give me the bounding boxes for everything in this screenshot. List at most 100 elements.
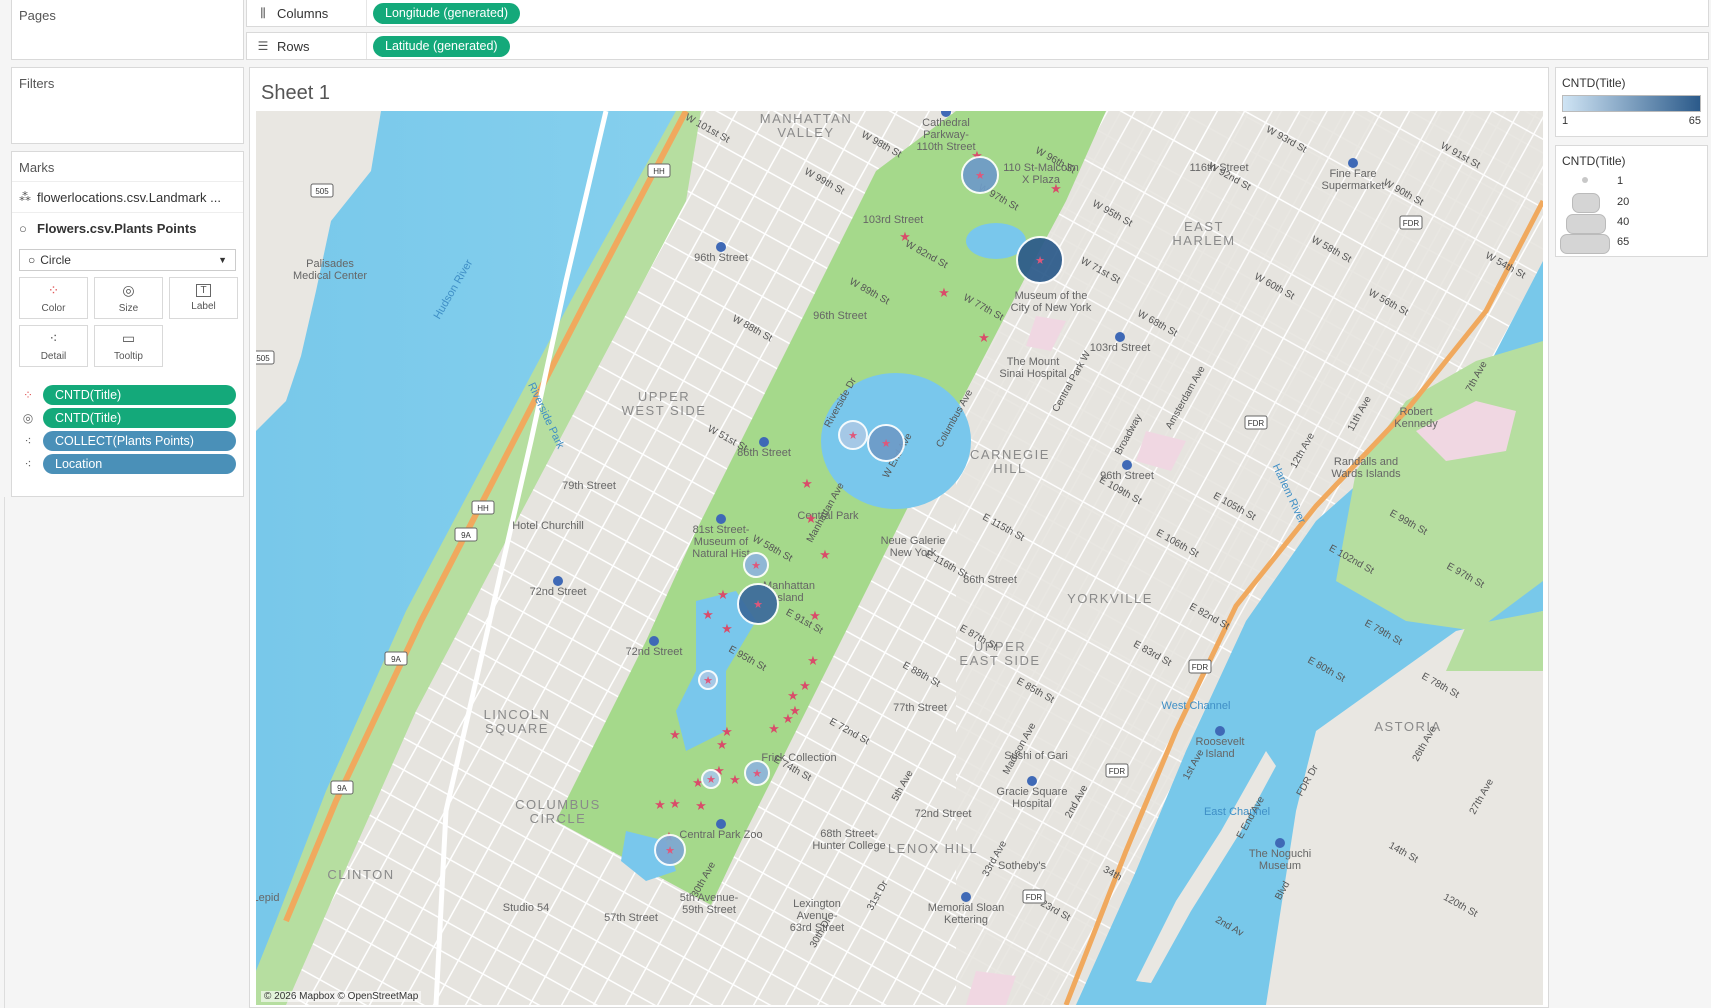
place-label: 103rd Street bbox=[1090, 342, 1151, 354]
place-label: 86th Street bbox=[963, 574, 1017, 586]
route-shield-label: FDR bbox=[1192, 663, 1209, 672]
size-legend-swatch bbox=[1560, 234, 1610, 254]
landmark-star-icon: ★ bbox=[848, 430, 858, 442]
mark-pill-row-detail: ⁖ COLLECT(Plants Points) bbox=[12, 429, 243, 452]
landmark-star-icon: ★ bbox=[753, 599, 763, 611]
pages-title: Pages bbox=[19, 8, 56, 23]
place-label: 77th Street bbox=[893, 702, 947, 714]
detail-button[interactable]: ⁖ Detail bbox=[19, 325, 88, 367]
landmark-star-icon: ★ bbox=[716, 737, 728, 752]
place-label: 79th Street bbox=[562, 480, 616, 492]
mark-pill-detail-plants[interactable]: COLLECT(Plants Points) bbox=[43, 430, 236, 451]
landmark-star-icon: ★ bbox=[752, 768, 762, 780]
pages-panel[interactable]: Pages bbox=[11, 0, 244, 60]
color-legend-min: 1 bbox=[1562, 115, 1569, 127]
landmark-star-icon: ★ bbox=[729, 772, 741, 787]
transit-icon bbox=[716, 819, 726, 829]
size-legend[interactable]: CNTD(Title) 1 20 40 65 bbox=[1555, 145, 1708, 257]
marks-source-landmarks[interactable]: ⁂ flowerlocations.csv.Landmark ... bbox=[12, 181, 243, 212]
place-label: Robert Kennedy bbox=[1394, 406, 1438, 430]
label-button[interactable]: T Label bbox=[169, 277, 238, 319]
mark-pill-color[interactable]: CNTD(Title) bbox=[43, 384, 236, 405]
size-legend-swatch bbox=[1582, 177, 1588, 183]
place-label: Museum of the City of New York bbox=[1011, 290, 1092, 314]
place-label: Cathedral Parkway-110th Street bbox=[916, 117, 975, 153]
mark-pill-size[interactable]: CNTD(Title) bbox=[43, 407, 236, 428]
place-label: West Channel bbox=[1162, 700, 1231, 712]
place-label: 5th Avenue-59th Street bbox=[680, 892, 739, 916]
rows-pill-latitude[interactable]: Latitude (generated) bbox=[373, 35, 510, 57]
label-icon: T bbox=[196, 284, 211, 297]
place-label: 68th Street-Hunter College bbox=[812, 828, 885, 852]
landmark-star-icon: ★ bbox=[807, 653, 819, 668]
place-label: 96th Street bbox=[694, 252, 748, 264]
mark-pill-detail-location[interactable]: Location bbox=[43, 453, 236, 474]
map-canvas[interactable]: MANHATTAN VALLEYUPPER WEST SIDECARNEGIE HIL… bbox=[256, 111, 1543, 1005]
columns-label: ⫼ Columns bbox=[247, 0, 367, 26]
place-label: 103rd Street bbox=[863, 214, 924, 226]
size-legend-swatch bbox=[1566, 214, 1606, 234]
mark-pill-row-size: ◎ CNTD(Title) bbox=[12, 406, 243, 429]
rows-shelf[interactable]: ☰ Rows Latitude (generated) bbox=[246, 32, 1709, 60]
landmark-star-icon: ★ bbox=[702, 607, 714, 622]
route-shield-label: HH bbox=[477, 504, 489, 513]
size-legend-item: 40 bbox=[1556, 213, 1706, 234]
landmark-star-icon: ★ bbox=[801, 476, 813, 491]
landmark-star-icon: ★ bbox=[1035, 255, 1045, 267]
landmark-star-icon: ★ bbox=[978, 330, 990, 345]
columns-shelf[interactable]: ⫼ Columns Longitude (generated) bbox=[246, 0, 1709, 27]
landmark-star-icon: ★ bbox=[881, 438, 891, 450]
place-label: Sotheby's bbox=[998, 860, 1046, 872]
landmark-star-icon: ★ bbox=[706, 774, 716, 786]
tooltip-button[interactable]: ▭ Tooltip bbox=[94, 325, 163, 367]
sheet-title: Sheet 1 bbox=[261, 82, 330, 104]
color-legend-title: CNTD(Title) bbox=[1562, 76, 1626, 90]
landmark-star-icon: ★ bbox=[768, 721, 780, 736]
color-legend[interactable]: CNTD(Title) 1 65 bbox=[1555, 67, 1708, 137]
landmark-star-icon: ★ bbox=[717, 587, 729, 602]
transit-icon bbox=[1348, 158, 1358, 168]
place-label: 96th Street bbox=[813, 310, 867, 322]
rows-icon: ☰ bbox=[257, 39, 269, 53]
landmark-star-icon: ★ bbox=[938, 285, 950, 300]
color-button[interactable]: ⁘ Color bbox=[19, 277, 88, 319]
landmark-star-icon: ★ bbox=[787, 688, 799, 703]
landmark-star-icon: ★ bbox=[1050, 181, 1062, 196]
columns-pill-longitude[interactable]: Longitude (generated) bbox=[373, 2, 521, 24]
chevron-down-icon: ▼ bbox=[218, 255, 227, 265]
landmark-star-icon: ★ bbox=[669, 796, 681, 811]
mark-type-dropdown[interactable]: ○ Circle ▼ bbox=[19, 249, 236, 271]
mark-buttons: ⁘ Color ◎ Size T Label ⁖ Detail ▭ Toolti… bbox=[12, 277, 243, 367]
size-icon: ◎ bbox=[22, 410, 34, 425]
marks-panel: Marks ⁂ flowerlocations.csv.Landmark ...… bbox=[11, 151, 244, 497]
transit-icon bbox=[716, 514, 726, 524]
landmark-star-icon: ★ bbox=[703, 675, 713, 687]
transit-icon bbox=[1275, 838, 1285, 848]
landmark-star-icon: ★ bbox=[819, 547, 831, 562]
place-label: 72nd Street bbox=[626, 646, 683, 658]
landmark-star-icon: ★ bbox=[809, 608, 821, 623]
place-label: 72nd Street bbox=[530, 586, 587, 598]
place-label: Studio 54 bbox=[503, 902, 549, 914]
map-view[interactable]: MANHATTAN VALLEY UPPER WEST SIDE CARNEGIE HIL… bbox=[256, 111, 1543, 1005]
filters-panel[interactable]: Filters bbox=[11, 67, 244, 144]
detail-icon: ⁖ bbox=[49, 330, 58, 346]
transit-icon bbox=[1115, 332, 1125, 342]
size-button[interactable]: ◎ Size bbox=[94, 277, 163, 319]
circle-icon: ○ bbox=[28, 253, 36, 267]
transit-icon bbox=[1122, 460, 1132, 470]
route-shield-label: 9A bbox=[337, 784, 347, 793]
landmark-star-icon: ★ bbox=[654, 797, 666, 812]
route-shield-label: 505 bbox=[315, 187, 329, 196]
marks-source-plants[interactable]: ○ Flowers.csv.Plants Points bbox=[12, 212, 243, 243]
detail-icon: ⁖ bbox=[24, 456, 32, 471]
size-legend-item: 1 bbox=[1556, 173, 1706, 193]
multi-layer-icon: ⁂ bbox=[19, 190, 31, 204]
place-label: Fine Fare Supermarket bbox=[1322, 168, 1385, 192]
circle-layer-icon: ○ bbox=[19, 220, 27, 236]
size-legend-title: CNTD(Title) bbox=[1562, 154, 1626, 168]
landmark-star-icon: ★ bbox=[899, 229, 911, 244]
route-shield-label: FDR bbox=[1109, 767, 1126, 776]
place-label: Central Park Zoo bbox=[679, 829, 762, 841]
neighborhood-label: CLINTON bbox=[327, 867, 394, 882]
